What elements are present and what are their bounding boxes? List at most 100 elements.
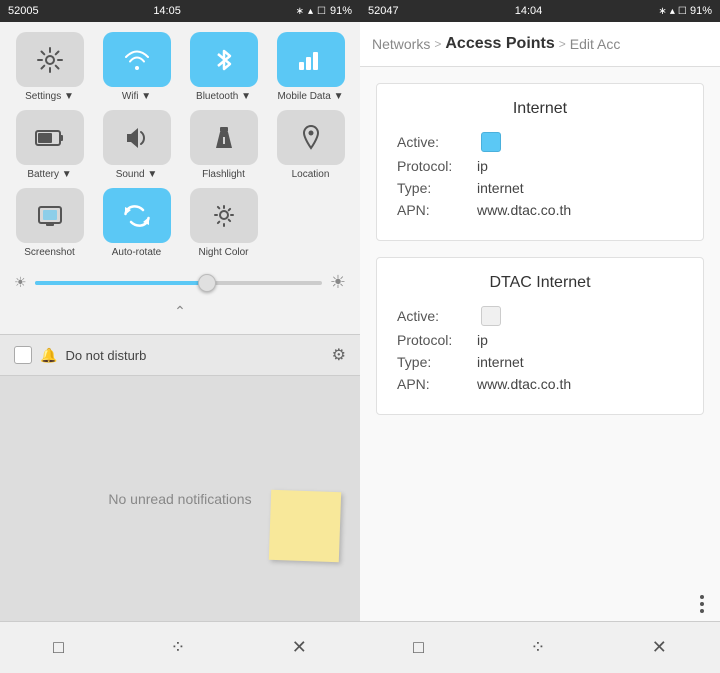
notif-header: 🔔 Do not disturb ⚙: [0, 335, 360, 376]
control-wifi: Wifi ▼: [97, 32, 176, 102]
control-mobiledata: Mobile Data ▼: [271, 32, 350, 102]
nav-close-left[interactable]: ✕: [276, 629, 323, 666]
nav-dots-right[interactable]: ⁘: [514, 629, 561, 666]
brightness-slider[interactable]: [35, 281, 322, 285]
apn-type-label: Type:: [397, 180, 477, 196]
apn-protocol-label: Protocol:: [397, 158, 477, 174]
nightcolor-button[interactable]: [190, 188, 258, 243]
apn-protocol-field-dtac: Protocol: ip: [397, 332, 683, 348]
control-nightcolor: Night Color: [184, 188, 263, 258]
right-panel: 52047 14:04 ∗ ▴ ☐ 91% Networks > Access …: [360, 0, 720, 673]
bluetooth-button[interactable]: [190, 32, 258, 87]
control-battery: Battery ▼: [10, 110, 89, 180]
mobiledata-label: Mobile Data ▼: [277, 91, 343, 102]
notification-panel: 🔔 Do not disturb ⚙ No unread notificatio…: [0, 334, 360, 621]
nav-square-left[interactable]: □: [37, 629, 80, 666]
notif-settings-icon[interactable]: ⚙: [332, 345, 346, 365]
apn-apn-field-internet: APN: www.dtac.co.th: [397, 202, 683, 218]
status-right-info-left: ∗ ▴ ☐ 91%: [296, 5, 352, 17]
apn-type-field-internet: Type: internet: [397, 180, 683, 196]
active-checkbox-dtac[interactable]: [481, 306, 501, 326]
bottom-nav-right: □ ⁘ ✕: [360, 621, 720, 673]
battery-icon-right: ☐: [678, 6, 687, 17]
left-panel: 52005 14:05 ∗ ▴ ☐ 91% Settings ▼: [0, 0, 360, 673]
more-button-area: [360, 587, 720, 621]
time-right: 14:04: [515, 5, 543, 17]
apn-apn-label: APN:: [397, 202, 477, 218]
bluetooth-label: Bluetooth ▼: [196, 91, 251, 102]
nav-close-right[interactable]: ✕: [636, 629, 683, 666]
brightness-fill: [35, 281, 207, 285]
autorotate-button[interactable]: [103, 188, 171, 243]
control-screenshot: Screenshot: [10, 188, 89, 258]
apn-apn-value-dtac: www.dtac.co.th: [477, 376, 571, 392]
control-location: Location: [271, 110, 350, 180]
wifi-icon-right: ▴: [670, 6, 675, 17]
apn-card-internet[interactable]: Internet Active: Protocol: ip Type: inte…: [376, 83, 704, 241]
sound-label: Sound ▼: [116, 169, 158, 180]
brightness-thumb[interactable]: [198, 274, 216, 292]
breadcrumb-edit[interactable]: Edit Acc: [570, 36, 621, 52]
quick-controls: Settings ▼ Wifi ▼ Blueto: [0, 22, 360, 334]
more-dot-3: [700, 609, 704, 613]
breadcrumb-access-points[interactable]: Access Points: [445, 35, 554, 53]
control-flashlight: Flashlight: [184, 110, 263, 180]
controls-grid: Settings ▼ Wifi ▼ Blueto: [10, 32, 350, 258]
nav-dots-left[interactable]: ⁘: [154, 629, 201, 666]
battery-label: Battery ▼: [27, 169, 71, 180]
breadcrumb-bar: Networks > Access Points > Edit Acc: [360, 22, 720, 67]
flashlight-button[interactable]: [190, 110, 258, 165]
time-left: 14:05: [153, 5, 181, 17]
apn-title-internet: Internet: [397, 100, 683, 118]
breadcrumb-sep1: >: [434, 37, 441, 51]
mobiledata-button[interactable]: [277, 32, 345, 87]
screenshot-label: Screenshot: [24, 247, 75, 258]
sound-button[interactable]: [103, 110, 171, 165]
settings-label: Settings ▼: [25, 91, 74, 102]
apn-apn-label-dtac: APN:: [397, 376, 477, 392]
apn-active-label-dtac: Active:: [397, 308, 477, 324]
autorotate-label: Auto-rotate: [112, 247, 161, 258]
status-left-info: 52005: [8, 5, 39, 17]
flashlight-label: Flashlight: [202, 169, 245, 180]
wifi-label: Wifi ▼: [122, 91, 151, 102]
breadcrumb-sep2: >: [559, 37, 566, 51]
settings-button[interactable]: [16, 32, 84, 87]
location-button[interactable]: [277, 110, 345, 165]
dnd-checkbox[interactable]: [14, 346, 32, 364]
apn-apn-field-dtac: APN: www.dtac.co.th: [397, 376, 683, 392]
dnd-label: Do not disturb: [65, 348, 323, 363]
sticky-note: [269, 490, 341, 562]
apn-type-field-dtac: Type: internet: [397, 354, 683, 370]
more-button[interactable]: [696, 591, 708, 617]
expand-chevron[interactable]: ⌃: [10, 299, 350, 324]
carrier-right: 52047: [368, 5, 399, 17]
dnd-bell-icon: 🔔: [40, 347, 57, 364]
notif-empty-area: No unread notifications: [0, 376, 360, 621]
battery-button[interactable]: [16, 110, 84, 165]
battery-pct-right: 91%: [690, 5, 712, 17]
wifi-icon-left: ▴: [308, 6, 313, 17]
apn-active-field-internet: Active:: [397, 132, 683, 152]
carrier-left: 52005: [8, 5, 39, 17]
control-autorotate: Auto-rotate: [97, 188, 176, 258]
apn-type-value-internet: internet: [477, 180, 524, 196]
more-dot-2: [700, 602, 704, 606]
brightness-row: ☀ ☀: [10, 266, 350, 299]
control-bluetooth: Bluetooth ▼: [184, 32, 263, 102]
battery-icon-left: ☐: [317, 6, 326, 17]
screenshot-button[interactable]: [16, 188, 84, 243]
apn-list: Internet Active: Protocol: ip Type: inte…: [360, 67, 720, 587]
active-checkbox-internet[interactable]: [481, 132, 501, 152]
apn-apn-value-internet: www.dtac.co.th: [477, 202, 571, 218]
breadcrumb-networks[interactable]: Networks: [372, 36, 430, 52]
bluetooth-icon-left: ∗: [296, 6, 304, 17]
apn-card-dtac[interactable]: DTAC Internet Active: Protocol: ip Type:…: [376, 257, 704, 415]
wifi-button[interactable]: [103, 32, 171, 87]
apn-type-value-dtac: internet: [477, 354, 524, 370]
nav-square-right[interactable]: □: [397, 629, 440, 666]
apn-protocol-value-dtac: ip: [477, 332, 488, 348]
status-bar-left: 52005 14:05 ∗ ▴ ☐ 91%: [0, 0, 360, 22]
apn-active-label: Active:: [397, 134, 477, 150]
bottom-nav-left: □ ⁘ ✕: [0, 621, 360, 673]
